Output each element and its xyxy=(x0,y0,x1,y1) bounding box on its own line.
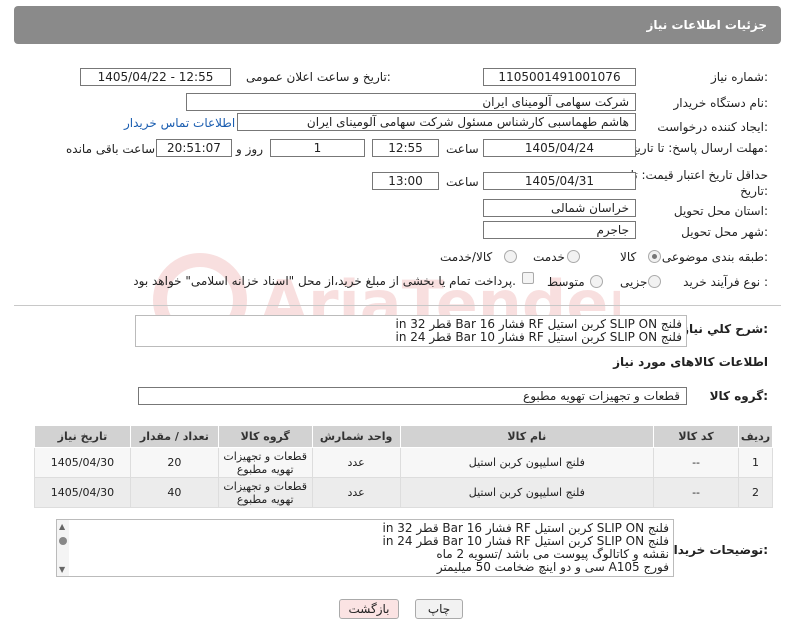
cell-name: فلنج اسلیپون کربن استیل xyxy=(399,447,655,478)
cell-qty: 20 xyxy=(129,447,219,478)
remaining-label: ساعت باقی مانده xyxy=(66,142,156,156)
col-name: نام کالا xyxy=(399,425,655,448)
city-label: شهر محل تحویل: xyxy=(681,225,768,239)
table-row: 1405/04/30 20 قطعات و تجهیزات تهویه مطبو… xyxy=(34,447,774,478)
col-code: کد کالا xyxy=(653,425,739,448)
days-field: 1 xyxy=(270,139,365,157)
cell-group: قطعات و تجهیزات تهویه مطبوع xyxy=(217,477,313,508)
validity-date-field: 1405/04/31 xyxy=(483,172,636,190)
col-unit: واحد شمارش xyxy=(311,425,401,448)
scroll-down-icon[interactable]: ▼ xyxy=(59,565,65,574)
validity-time-field: 13:00 xyxy=(372,172,439,190)
col-qty: تعداد / مقدار xyxy=(129,425,219,448)
category-label: طبقه بندی موضوعی: xyxy=(661,250,768,264)
reply-date-field: 1405/04/24 xyxy=(483,139,636,157)
process-medium-label: متوسط xyxy=(547,275,585,289)
reply-time-label: ساعت xyxy=(446,142,479,156)
cell-qty: 40 xyxy=(129,477,219,508)
creator-label: ایجاد کننده درخواست: xyxy=(657,120,768,134)
cell-row: 2 xyxy=(737,477,774,508)
buyer-notes-line: فورج A105 سی و دو اینچ ضخامت 50 میلیمتر xyxy=(436,560,669,574)
process-label: نوع فرآیند خرید : xyxy=(683,275,768,289)
print-button[interactable]: چاپ xyxy=(415,599,463,619)
goods-group-field: قطعات و تجهیزات تهویه مطبوع xyxy=(138,387,687,405)
treasury-payment-checkbox[interactable] xyxy=(522,272,534,284)
category-both-label: کالا/خدمت xyxy=(440,250,493,264)
summary-label: شرح کلي نياز: xyxy=(682,322,768,336)
cell-unit: عدد xyxy=(311,477,401,508)
summary-line: فلنج SLIP ON کربن استیل RF فشار Bar 10 ق… xyxy=(395,330,683,344)
divider xyxy=(14,305,781,306)
buyer-notes-scrollbar[interactable]: ▲ ▼ xyxy=(57,520,69,576)
remaining-time-field: 20:51:07 xyxy=(156,139,232,157)
days-label: روز و xyxy=(236,142,263,156)
col-row: ردیف xyxy=(737,425,774,448)
city-field: جاجرم xyxy=(483,221,636,239)
province-field: خراسان شمالی xyxy=(483,199,636,217)
category-service-label: خدمت xyxy=(533,250,565,264)
category-service-radio[interactable] xyxy=(567,250,580,263)
category-goods-label: کالا xyxy=(620,250,637,264)
need-number-field: 1105001491001076 xyxy=(483,68,636,86)
treasury-payment-text: پرداخت تمام یا بخشی از مبلغ خرید،از محل … xyxy=(133,274,516,288)
category-both-radio[interactable] xyxy=(504,250,517,263)
col-group: گروه کالا xyxy=(217,425,313,448)
creator-field: هاشم طهماسبی کارشناس مسئول شرکت سهامی آل… xyxy=(237,113,636,131)
cell-unit: عدد xyxy=(311,447,401,478)
validity-time-label: ساعت xyxy=(446,175,479,189)
goods-section-title: اطلاعات کالاهای مورد نیاز xyxy=(613,355,768,369)
process-minor-radio[interactable] xyxy=(648,275,661,288)
scroll-thumb[interactable] xyxy=(59,537,67,545)
need-number-label: شماره نیاز: xyxy=(710,70,768,84)
scroll-up-icon[interactable]: ▲ xyxy=(59,522,65,531)
cell-code: -- xyxy=(653,447,739,478)
col-date: تاریخ نیاز xyxy=(34,425,131,448)
reply-time-field: 12:55 xyxy=(372,139,439,157)
goods-group-label: گروه کالا: xyxy=(709,389,768,403)
cell-row: 1 xyxy=(737,447,774,478)
cell-name: فلنج اسلیپون کربن استیل xyxy=(399,477,655,508)
process-medium-radio[interactable] xyxy=(590,275,603,288)
summary-textarea[interactable]: فلنج SLIP ON کربن استیل RF فشار Bar 16 ق… xyxy=(135,315,687,347)
cell-date: 1405/04/30 xyxy=(34,447,131,478)
announce-label: تاریخ و ساعت اعلان عمومی: xyxy=(246,70,391,84)
province-label: استان محل تحویل: xyxy=(673,204,768,218)
table-row: 1405/04/30 40 قطعات و تجهیزات تهویه مطبو… xyxy=(34,477,774,508)
cell-code: -- xyxy=(653,477,739,508)
buyer-org-label: نام دستگاه خریدار: xyxy=(673,96,769,110)
page-header: جزئیات اطلاعات نیاز xyxy=(14,6,781,44)
buyer-notes-label: توضیحات خریدار: xyxy=(666,543,768,557)
buyer-org-field: شرکت سهامی آلومینای ایران xyxy=(186,93,636,111)
cell-group: قطعات و تجهیزات تهویه مطبوع xyxy=(217,447,313,478)
buyer-notes-textarea[interactable]: فلنج SLIP ON کربن استیل RF فشار Bar 16 ق… xyxy=(56,519,674,577)
category-goods-radio[interactable] xyxy=(648,250,661,263)
announce-field: 1405/04/22 - 12:55 xyxy=(80,68,231,86)
contact-info-link[interactable]: اطلاعات تماس خریدار xyxy=(124,116,235,130)
goods-table: تاریخ نیاز تعداد / مقدار گروه کالا واحد … xyxy=(34,425,774,508)
price-validity-label: حداقل تاریخ اعتبار قیمت: تا تاریخ: xyxy=(630,168,768,198)
reply-deadline-label: مهلت ارسال پاسخ: تا تاریخ: xyxy=(629,141,768,155)
cell-date: 1405/04/30 xyxy=(34,477,131,508)
back-button[interactable]: بازگشت xyxy=(339,599,399,619)
page-title: جزئیات اطلاعات نیاز xyxy=(646,18,767,32)
process-minor-label: جزیی xyxy=(620,275,648,289)
